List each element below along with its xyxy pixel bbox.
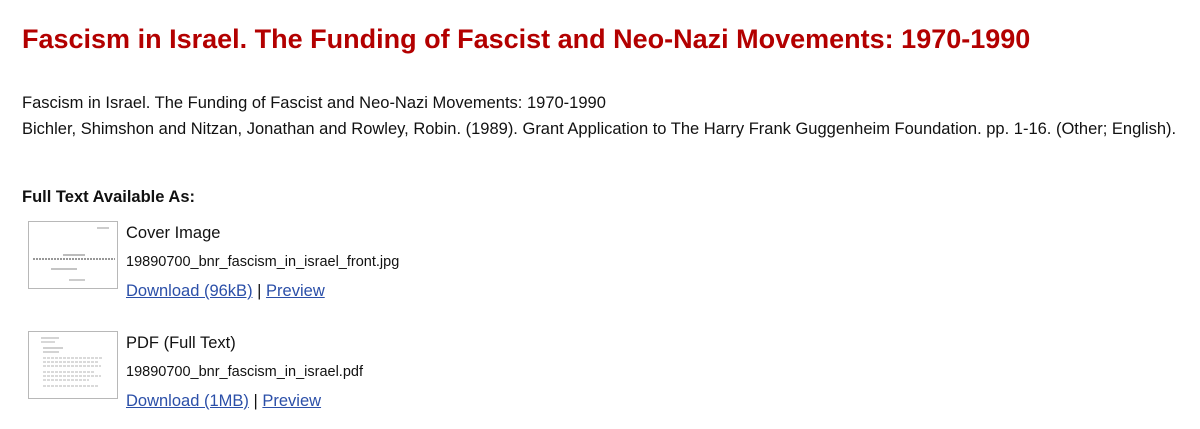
cover-page-thumbnail[interactable] xyxy=(28,221,118,289)
document-type-label: PDF (Full Text) xyxy=(126,334,236,352)
fulltext-heading: Full Text Available As: xyxy=(22,188,195,206)
document-type-label: Cover Image xyxy=(126,224,221,242)
link-separator: | xyxy=(253,392,258,410)
pdf-page-thumbnail[interactable] xyxy=(28,331,118,399)
citation-block: Fascism in Israel. The Funding of Fascis… xyxy=(22,90,1192,142)
download-link[interactable]: Download (96kB) xyxy=(126,282,253,300)
link-separator: | xyxy=(257,282,262,300)
document-links: Download (96kB) | Preview xyxy=(126,280,399,302)
cover-document-info: Cover Image 19890700_bnr_fascism_in_isra… xyxy=(126,221,399,302)
document-filename: 19890700_bnr_fascism_in_israel_front.jpg xyxy=(126,254,400,270)
document-links: Download (1MB) | Preview xyxy=(126,390,363,412)
pdf-document-info: PDF (Full Text) 19890700_bnr_fascism_in_… xyxy=(126,331,363,412)
preview-link[interactable]: Preview xyxy=(262,392,321,410)
citation-title: Fascism in Israel. The Funding of Fascis… xyxy=(22,94,606,112)
pdf-thumbnail-image xyxy=(29,332,117,398)
page-title: Fascism in Israel. The Funding of Fascis… xyxy=(22,24,1031,54)
document-filename: 19890700_bnr_fascism_in_israel.pdf xyxy=(126,364,363,380)
cover-thumbnail-image xyxy=(29,222,117,288)
citation-reference: Bichler, Shimshon and Nitzan, Jonathan a… xyxy=(22,120,1177,138)
preview-link[interactable]: Preview xyxy=(266,282,325,300)
download-link[interactable]: Download (1MB) xyxy=(126,392,249,410)
